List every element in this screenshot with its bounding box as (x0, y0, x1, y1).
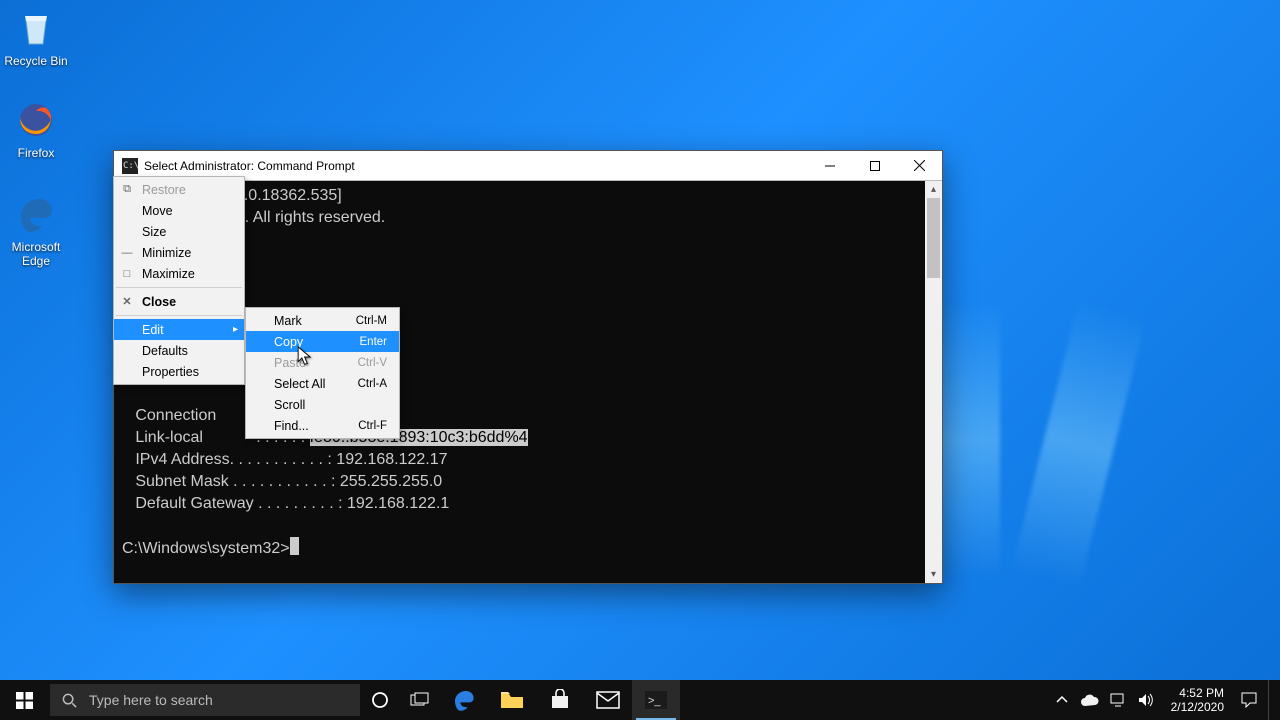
recycle-bin-icon (14, 6, 58, 50)
taskbar-search[interactable]: Type here to search (50, 684, 360, 716)
scroll-thumb[interactable] (927, 198, 940, 278)
tray-clock[interactable]: 4:52 PM 2/12/2020 (1165, 686, 1230, 714)
tray-action-center-icon[interactable] (1240, 691, 1258, 709)
firefox-icon (14, 98, 58, 142)
desktop-icon-firefox[interactable]: Firefox (0, 98, 74, 160)
menu-item-copy[interactable]: CopyEnter (246, 331, 399, 352)
taskbar-app-explorer[interactable] (488, 680, 536, 720)
windows-logo-icon (16, 692, 33, 709)
mail-icon (596, 691, 620, 709)
tray-network-icon[interactable] (1109, 691, 1127, 709)
menu-item-close[interactable]: ✕Close (114, 291, 244, 312)
menu-item-edit[interactable]: Edit▸ (114, 319, 244, 340)
minimize-icon: — (120, 247, 134, 259)
tray-time: 4:52 PM (1171, 686, 1224, 700)
window-system-menu: ⧉Restore Move Size —Minimize □Maximize ✕… (113, 176, 245, 385)
scroll-up-icon[interactable]: ▴ (925, 181, 942, 198)
menu-item-properties[interactable]: Properties (114, 361, 244, 382)
menu-item-paste[interactable]: PasteCtrl-V (246, 352, 399, 373)
edge-icon (14, 192, 58, 236)
window-title: Select Administrator: Command Prompt (144, 159, 807, 173)
menu-item-mark[interactable]: MarkCtrl-M (246, 310, 399, 331)
tray-volume-icon[interactable] (1137, 691, 1155, 709)
store-icon (549, 689, 571, 711)
desktop-icon-recycle-bin[interactable]: Recycle Bin (0, 6, 74, 68)
menu-separator (116, 287, 242, 288)
menu-item-maximize[interactable]: □Maximize (114, 263, 244, 284)
menu-item-find[interactable]: Find...Ctrl-F (246, 415, 399, 436)
close-button[interactable] (897, 151, 942, 180)
menu-item-select-all[interactable]: Select AllCtrl-A (246, 373, 399, 394)
maximize-icon: □ (120, 268, 134, 280)
taskbar-app-mail[interactable] (584, 680, 632, 720)
menu-item-scroll[interactable]: Scroll (246, 394, 399, 415)
cortana-button[interactable] (360, 691, 400, 709)
restore-icon: ⧉ (120, 183, 134, 196)
text-cursor (290, 537, 299, 555)
search-placeholder: Type here to search (89, 692, 213, 708)
menu-item-size[interactable]: Size (114, 221, 244, 242)
system-tray: 4:52 PM 2/12/2020 (1053, 680, 1280, 720)
start-button[interactable] (0, 680, 48, 720)
cmd-icon (122, 158, 138, 174)
taskbar: Type here to search >_ 4:52 PM 2/12/2020 (0, 680, 1280, 720)
menu-item-restore[interactable]: ⧉Restore (114, 179, 244, 200)
task-view-icon (410, 692, 430, 708)
cmd-icon: >_ (645, 691, 667, 709)
tray-chevron-up-icon[interactable] (1053, 691, 1071, 709)
minimize-button[interactable] (807, 151, 852, 180)
maximize-button[interactable] (852, 151, 897, 180)
show-desktop-button[interactable] (1268, 680, 1274, 720)
taskbar-app-store[interactable] (536, 680, 584, 720)
menu-item-move[interactable]: Move (114, 200, 244, 221)
menu-separator (116, 315, 242, 316)
submenu-arrow-icon: ▸ (233, 324, 238, 335)
desktop-icon-edge[interactable]: Microsoft Edge (0, 192, 74, 268)
tray-onedrive-icon[interactable] (1081, 691, 1099, 709)
taskbar-app-edge[interactable] (440, 680, 488, 720)
tray-date: 2/12/2020 (1171, 700, 1224, 714)
taskbar-apps: >_ (440, 680, 680, 720)
desktop-icon-label: Recycle Bin (4, 54, 67, 68)
task-view-button[interactable] (400, 692, 440, 708)
scrollbar[interactable]: ▴ ▾ (925, 181, 942, 583)
cortana-icon (371, 691, 389, 709)
close-icon: ✕ (120, 295, 134, 308)
scroll-down-icon[interactable]: ▾ (925, 566, 942, 583)
taskbar-app-cmd[interactable]: >_ (632, 680, 680, 720)
folder-icon (500, 690, 524, 710)
svg-text:>_: >_ (648, 695, 661, 707)
desktop-icon-label: Microsoft Edge (12, 240, 61, 268)
menu-item-defaults[interactable]: Defaults (114, 340, 244, 361)
desktop-icon-label: Firefox (18, 146, 55, 160)
edit-submenu: MarkCtrl-M CopyEnter PasteCtrl-V Select … (245, 307, 400, 439)
edge-icon (452, 688, 476, 712)
search-icon (62, 693, 77, 708)
menu-item-minimize[interactable]: —Minimize (114, 242, 244, 263)
